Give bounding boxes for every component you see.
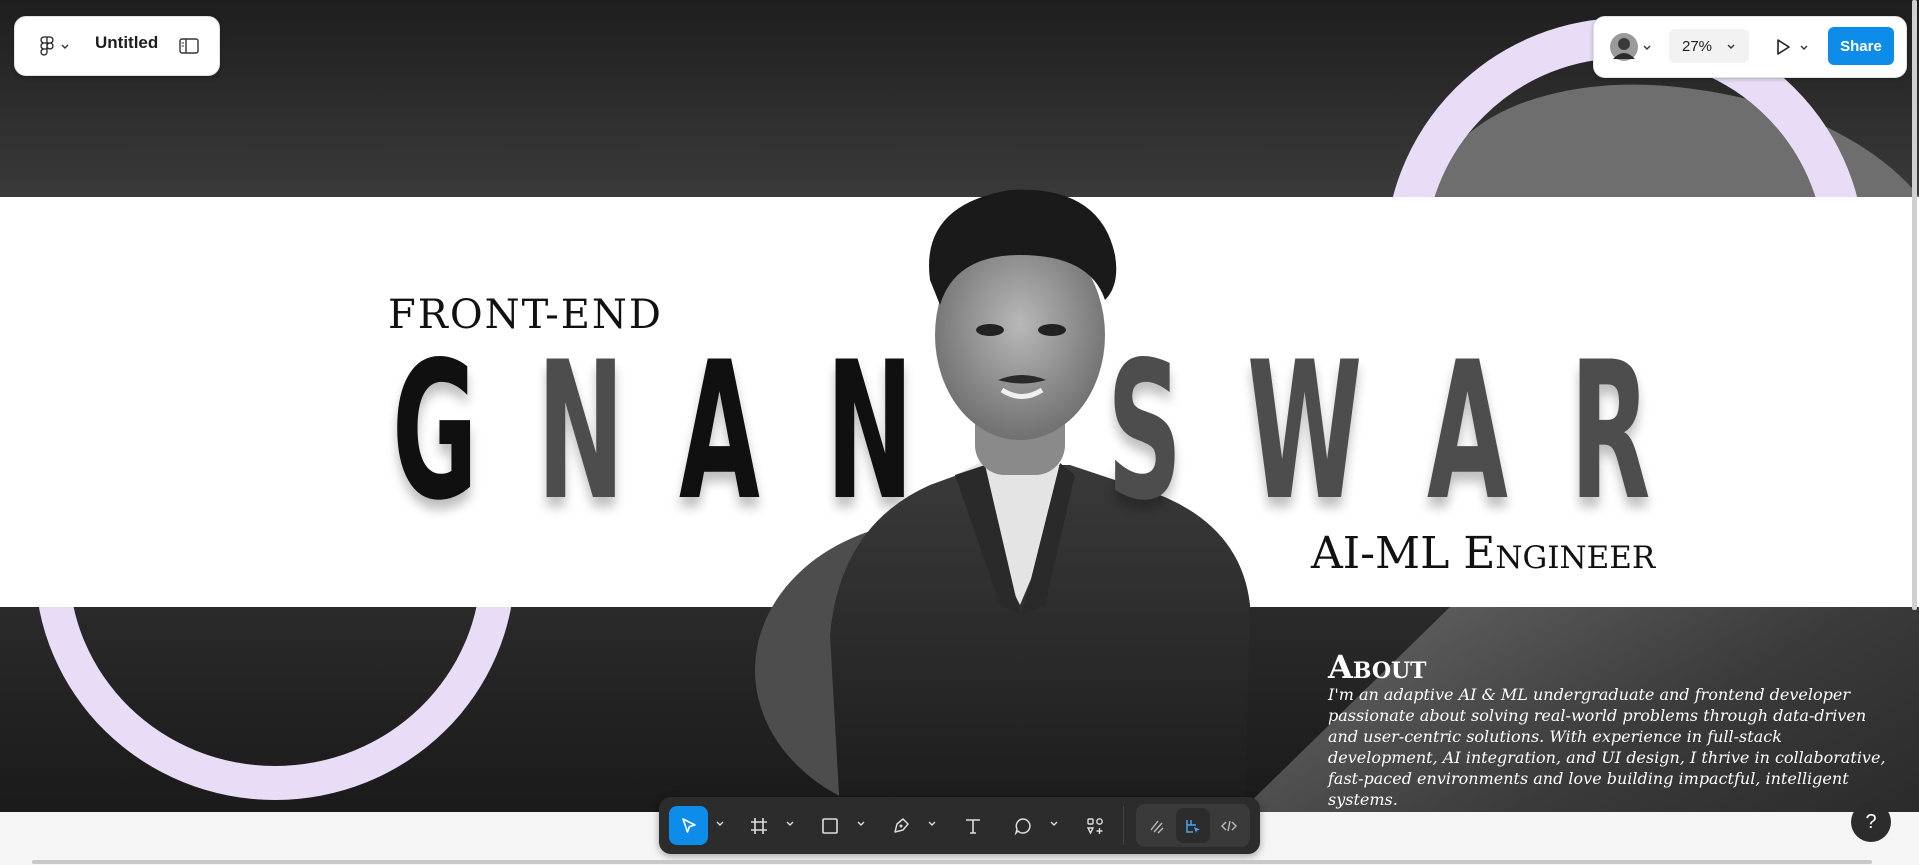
portrait-image (830, 189, 1250, 812)
chevron-down-icon (1800, 45, 1808, 50)
right-panel: 27% Share (1593, 16, 1907, 78)
user-avatar (1610, 33, 1638, 61)
toolbar-divider (1123, 806, 1124, 845)
text-tool-button[interactable] (953, 806, 992, 845)
avatar-button[interactable] (1608, 31, 1654, 63)
rectangle-tool-menu[interactable] (855, 817, 867, 829)
file-panel: Untitled (14, 16, 220, 76)
frame-tool-button[interactable] (739, 806, 778, 845)
comment-icon (1014, 817, 1031, 835)
code-icon (1221, 820, 1237, 831)
actions-tool-button[interactable] (1075, 806, 1114, 845)
chevron-down-icon (61, 44, 69, 49)
move-tool-menu[interactable] (714, 817, 726, 829)
name-letter-a2: A (1427, 321, 1508, 542)
play-icon (1777, 39, 1790, 55)
chevron-down-icon (857, 821, 865, 826)
name-letter-a1: A (679, 321, 760, 542)
dev-mode-button[interactable] (1212, 808, 1246, 843)
sidebar-toggle-icon (179, 38, 199, 54)
figma-logo-icon (40, 36, 54, 56)
chevron-down-icon (1050, 821, 1058, 826)
share-button[interactable]: Share (1828, 27, 1894, 65)
help-button[interactable]: ? (1851, 802, 1891, 842)
zoom-dropdown[interactable]: 27% (1669, 29, 1749, 63)
design-canvas[interactable]: FRONT-END G N A N S W A R AI-ML Engineer (0, 0, 1919, 812)
frame-tool-menu[interactable] (784, 817, 796, 829)
about-heading: About (1328, 648, 1427, 686)
bottom-toolbar (659, 797, 1260, 854)
move-tool-button[interactable] (669, 806, 708, 845)
name-letter-g: G (392, 321, 478, 542)
frame-icon (750, 817, 767, 834)
pen-tool-menu[interactable] (926, 817, 938, 829)
chevron-down-icon (928, 821, 936, 826)
name-letter-r: R (1570, 321, 1651, 542)
text-icon (965, 818, 980, 834)
about-body: I'm an adaptive AI & ML undergraduate an… (1328, 685, 1886, 809)
zoom-value: 27% (1681, 37, 1713, 55)
design-mode-button[interactable] (1176, 808, 1210, 843)
rectangle-tool-button[interactable] (810, 806, 849, 845)
sidebar-toggle-button[interactable] (175, 33, 203, 59)
pen-tool-button[interactable] (881, 806, 920, 845)
design-mode-icon (1186, 819, 1200, 833)
name-letter-n1: N (537, 321, 625, 542)
present-button[interactable] (1767, 31, 1817, 63)
comment-tool-menu[interactable] (1048, 817, 1060, 829)
comment-tool-button[interactable] (1003, 806, 1042, 845)
vertical-scrollbar[interactable] (1912, 0, 1917, 610)
rectangle-icon (821, 817, 838, 834)
subtitle-text: AI-ML Engineer (1311, 528, 1656, 579)
chevron-down-icon (1727, 44, 1735, 49)
actions-icon (1086, 817, 1103, 835)
name-letter-w: W (1247, 321, 1363, 542)
draw-icon (1150, 820, 1164, 833)
name-letter-s: S (1107, 321, 1183, 542)
horizontal-scrollbar[interactable] (32, 860, 1872, 864)
move-cursor-icon (681, 817, 696, 833)
chevron-down-icon (716, 821, 724, 826)
draw-mode-button[interactable] (1140, 808, 1174, 843)
file-title[interactable]: Untitled (95, 33, 158, 53)
chevron-down-icon (786, 821, 794, 826)
pen-icon (893, 817, 909, 833)
main-menu-button[interactable] (33, 31, 77, 61)
mode-switcher (1136, 804, 1250, 847)
chevron-down-icon (1643, 45, 1651, 50)
